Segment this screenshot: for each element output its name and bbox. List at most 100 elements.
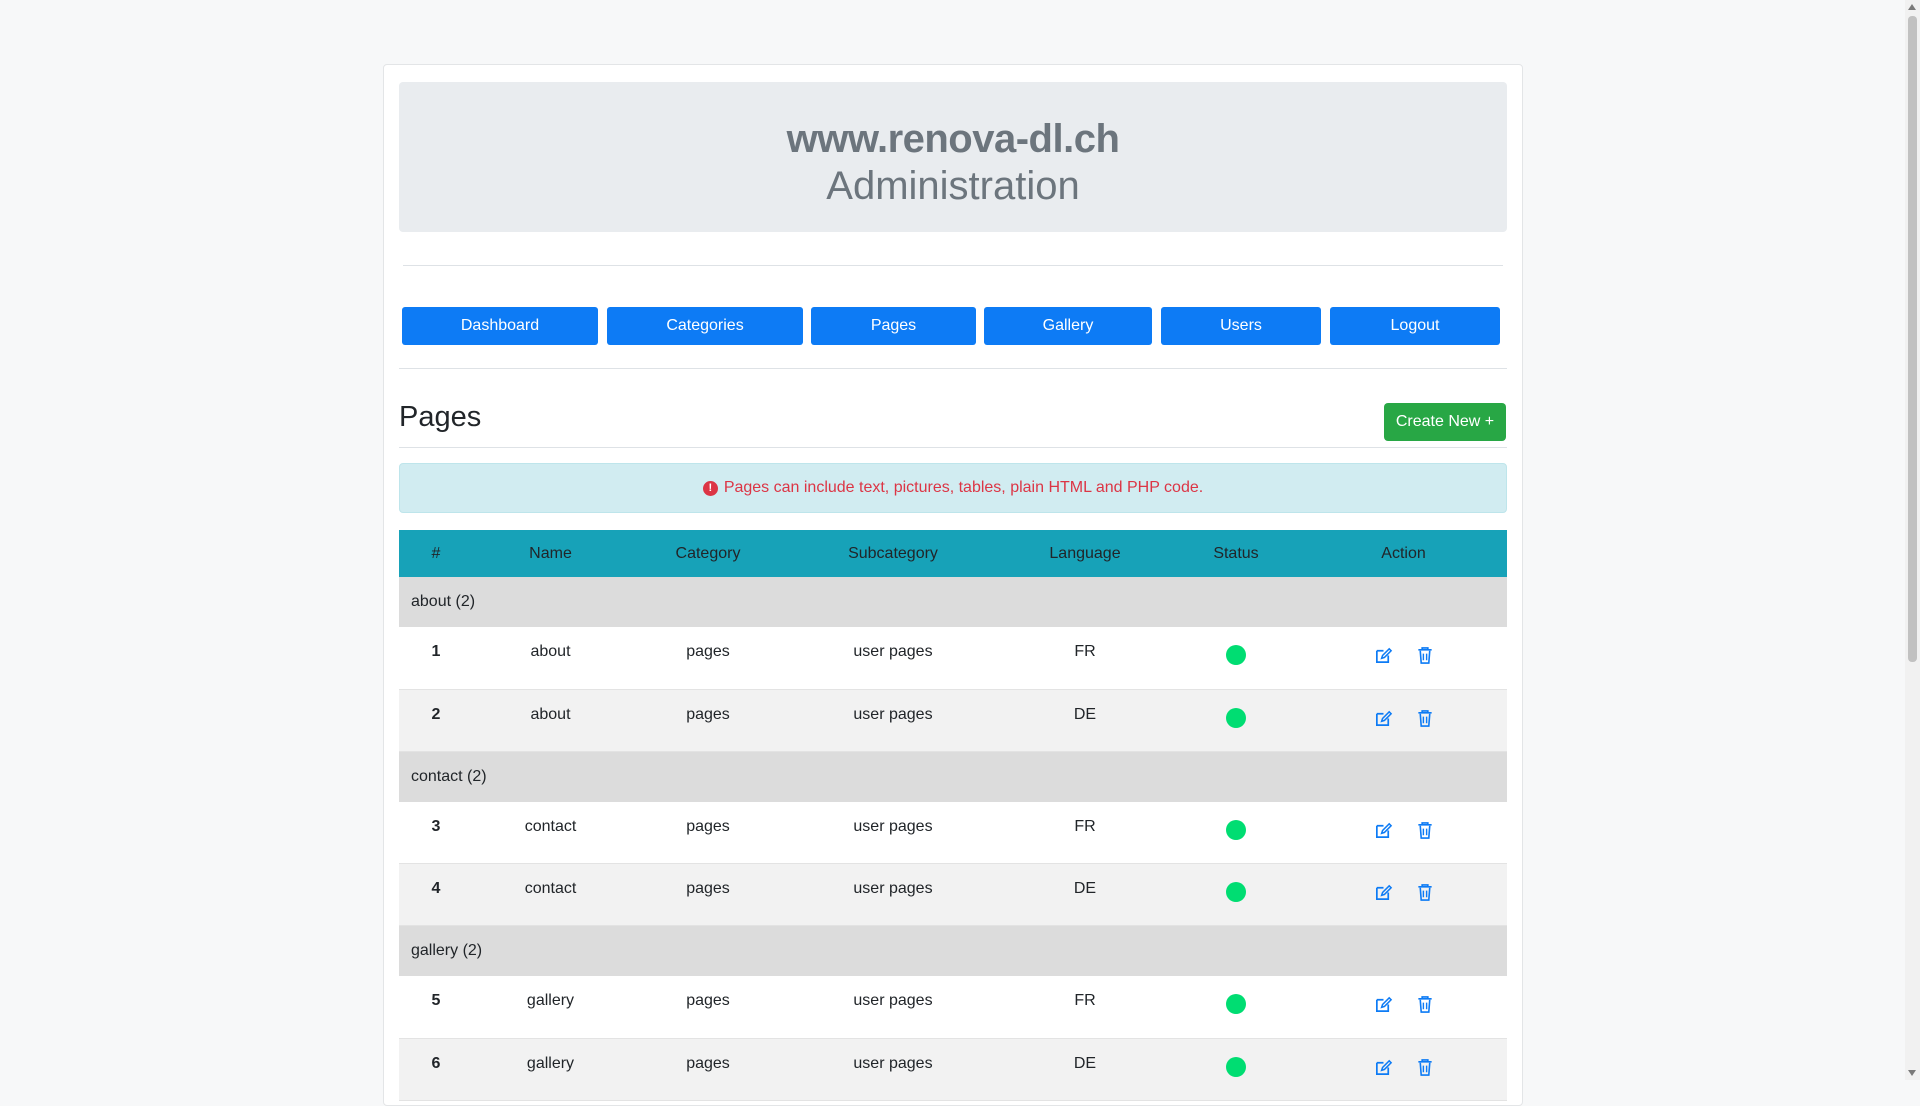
cell-subcategory: user pages (788, 801, 998, 864)
cell-category: pages (628, 689, 788, 752)
cell-category: pages (628, 801, 788, 864)
divider (399, 447, 1507, 448)
cell-status (1172, 1038, 1300, 1101)
cell-status (1172, 689, 1300, 752)
table-row: 1 about pages user pages FR (399, 627, 1507, 690)
trash-icon[interactable] (1417, 646, 1433, 670)
table-row: 4 contact pages user pages DE (399, 863, 1507, 926)
scroll-down-arrow-icon[interactable] (1908, 1070, 1916, 1076)
main-nav: Dashboard Categories Pages Gallery Users… (402, 307, 1506, 345)
cell-number: 4 (399, 863, 473, 926)
cell-action (1300, 627, 1507, 690)
cell-name: contact (473, 863, 628, 926)
nav-categories-button[interactable]: Categories (607, 307, 803, 345)
cell-subcategory: user pages (788, 627, 998, 690)
status-active-icon (1226, 1056, 1246, 1077)
cell-number: 2 (399, 689, 473, 752)
cell-name: about (473, 627, 628, 690)
cell-action (1300, 801, 1507, 864)
site-title: www.renova-dl.ch (786, 117, 1120, 161)
scroll-thumb[interactable] (1908, 16, 1917, 662)
admin-container: www.renova-dl.ch Administration Dashboar… (383, 64, 1523, 1106)
trash-icon[interactable] (1417, 709, 1433, 733)
nav-users-button[interactable]: Users (1161, 307, 1321, 345)
col-header-language[interactable]: Language (998, 530, 1172, 577)
group-label: about (2) (399, 577, 1507, 627)
edit-icon[interactable] (1374, 646, 1393, 670)
col-header-subcategory[interactable]: Subcategory (788, 530, 998, 577)
trash-icon[interactable] (1417, 883, 1433, 907)
group-label: gallery (2) (399, 925, 1507, 976)
table-row: 6 gallery pages user pages DE (399, 1038, 1507, 1101)
trash-icon[interactable] (1417, 1058, 1433, 1082)
cell-language: DE (998, 863, 1172, 926)
status-active-icon (1226, 645, 1246, 665)
cell-language: FR (998, 801, 1172, 864)
cell-number: 1 (399, 627, 473, 690)
cell-status (1172, 627, 1300, 690)
cell-language: DE (998, 1038, 1172, 1101)
col-header-category[interactable]: Category (628, 530, 788, 577)
table-row: 5 gallery pages user pages FR (399, 976, 1507, 1039)
cell-subcategory: user pages (788, 863, 998, 926)
edit-icon[interactable] (1374, 883, 1393, 907)
col-header-number[interactable]: # (399, 530, 473, 577)
trash-icon[interactable] (1417, 995, 1433, 1019)
nav-logout-button[interactable]: Logout (1330, 307, 1500, 345)
group-row: gallery (2) (399, 925, 1507, 976)
edit-icon[interactable] (1374, 995, 1393, 1019)
header-jumbotron: www.renova-dl.ch Administration (399, 82, 1507, 232)
group-row: contact (2) (399, 751, 1507, 802)
vertical-scrollbar[interactable] (1905, 0, 1920, 1080)
cell-number: 3 (399, 801, 473, 864)
divider (399, 368, 1507, 369)
cell-category: pages (628, 863, 788, 926)
nav-gallery-button[interactable]: Gallery (984, 307, 1152, 345)
cell-subcategory: user pages (788, 1038, 998, 1101)
cell-category: pages (628, 1038, 788, 1101)
cell-action (1300, 1038, 1507, 1101)
col-header-action[interactable]: Action (1300, 530, 1507, 577)
cell-name: gallery (473, 976, 628, 1039)
col-header-status[interactable]: Status (1172, 530, 1300, 577)
cell-status (1172, 801, 1300, 864)
status-active-icon (1226, 819, 1246, 840)
cell-category: pages (628, 627, 788, 690)
info-alert: ! Pages can include text, pictures, table… (399, 463, 1507, 513)
cell-action (1300, 689, 1507, 752)
site-subtitle: Administration (826, 164, 1080, 208)
table-header-row: # Name Category Subcategory Language Sta… (399, 530, 1507, 577)
status-active-icon (1226, 882, 1246, 902)
exclamation-circle-icon: ! (702, 481, 718, 496)
edit-icon[interactable] (1374, 709, 1393, 733)
group-label: contact (2) (399, 751, 1507, 802)
cell-name: gallery (473, 1038, 628, 1101)
pages-table: # Name Category Subcategory Language Sta… (399, 530, 1507, 1101)
edit-icon[interactable] (1374, 821, 1393, 845)
group-row: about (2) (399, 577, 1507, 627)
create-new-button[interactable]: Create New + (1384, 403, 1506, 441)
cell-subcategory: user pages (788, 976, 998, 1039)
status-active-icon (1226, 994, 1246, 1014)
cell-number: 6 (399, 1038, 473, 1101)
nav-pages-button[interactable]: Pages (811, 307, 976, 345)
scroll-up-arrow-icon[interactable] (1908, 4, 1916, 10)
cell-language: DE (998, 689, 1172, 752)
col-header-name[interactable]: Name (473, 530, 628, 577)
status-active-icon (1226, 707, 1246, 728)
cell-action (1300, 976, 1507, 1039)
cell-name: contact (473, 801, 628, 864)
table-row: 2 about pages user pages DE (399, 689, 1507, 752)
cell-status (1172, 976, 1300, 1039)
cell-name: about (473, 689, 628, 752)
page-title: Pages (399, 401, 482, 433)
trash-icon[interactable] (1417, 821, 1433, 845)
cell-status (1172, 863, 1300, 926)
cell-category: pages (628, 976, 788, 1039)
cell-action (1300, 863, 1507, 926)
alert-text: Pages can include text, pictures, tables… (723, 479, 1204, 496)
edit-icon[interactable] (1374, 1058, 1393, 1082)
cell-subcategory: user pages (788, 689, 998, 752)
nav-dashboard-button[interactable]: Dashboard (402, 307, 598, 345)
table-row: 3 contact pages user pages FR (399, 801, 1507, 864)
